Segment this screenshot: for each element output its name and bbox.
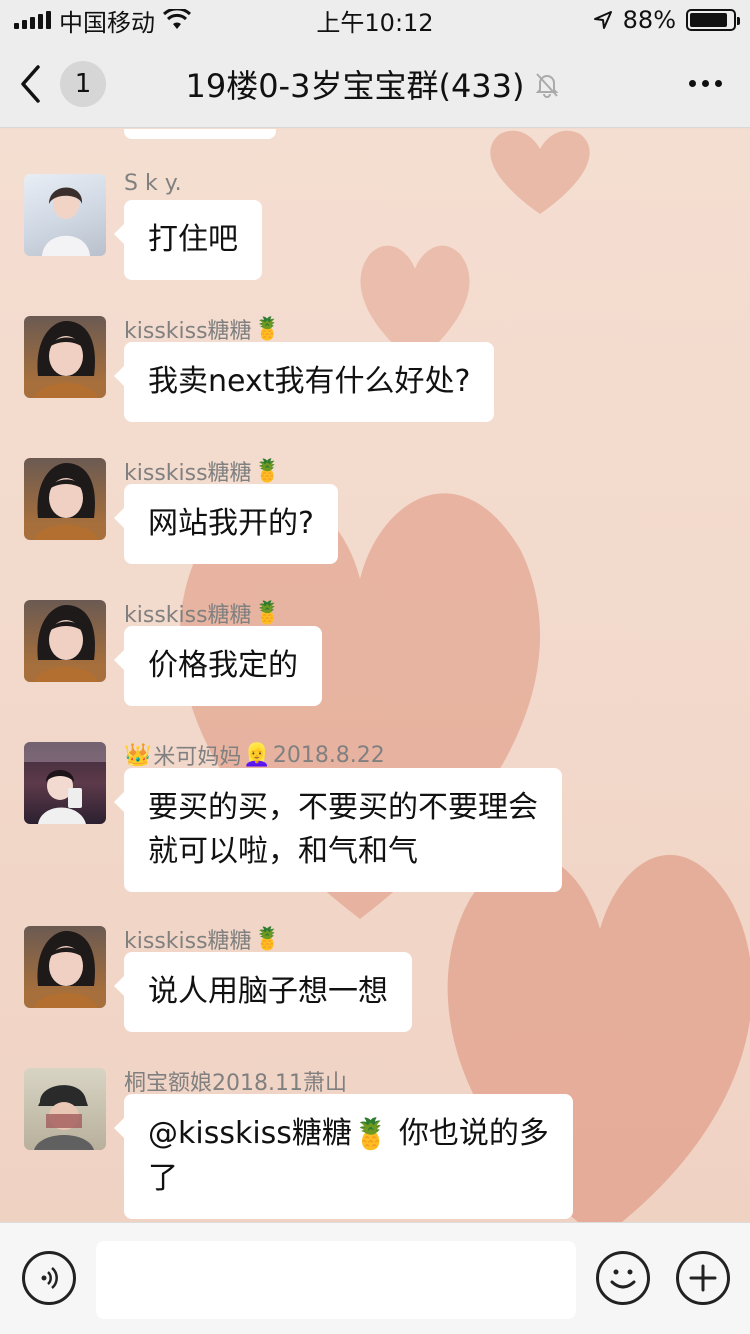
sender-name: kisskiss糖糖 🍍 [124,597,281,629]
voice-input-button[interactable] [22,1251,76,1305]
message-bubble[interactable]: 网站我开的? [114,484,338,564]
message-line: @kisskiss糖糖🍍 你也说的多 [148,1112,549,1157]
sender-name: kisskiss糖糖 🍍 [124,313,281,345]
more-options-button[interactable] [660,40,750,128]
partial-bubble [124,129,276,139]
avatar[interactable] [24,458,106,540]
avatar[interactable] [24,174,106,256]
woman-emoji-icon: 👱‍♀️ [243,742,271,768]
status-time: 上午10:12 [316,8,434,37]
message-text: 要买的买，不要买的不要理会 [148,790,538,825]
message-text: 价格我定的 [148,648,298,683]
message-text: 网站我开的? [148,506,314,541]
chat-area[interactable]: S k y. 打住吧 kisskiss糖糖 🍍 我卖next我有什么好处? kis… [0,129,750,1222]
carrier-label: 中国移动 [59,8,155,37]
emoji-button[interactable] [596,1251,650,1305]
sender-name-text: kisskiss糖糖 [124,929,252,954]
plus-icon [689,1264,717,1292]
sender-name: 桐宝额娘2018.11萧山 [124,1071,347,1096]
avatar[interactable] [24,926,106,1008]
sender-name: kisskiss糖糖 🍍 [124,923,281,955]
message-text: 说人用脑子想一想 [148,974,388,1009]
back-button[interactable] [0,40,60,128]
heart-decoration [490,130,590,214]
sender-name: kisskiss糖糖 🍍 [124,455,281,487]
pineapple-icon: 🍍 [253,926,281,952]
dot [701,80,709,87]
battery-percent: 88% [622,6,676,34]
location-arrow-icon [593,11,612,29]
chevron-left-icon [21,64,40,103]
status-right: 88% [476,6,740,34]
chat-title-text: 19楼0-3岁宝宝群(433) [185,66,525,105]
mute-bell-icon [535,72,558,98]
message-bubble[interactable]: 价格我定的 [114,626,322,706]
nav-bar: 1 19楼0-3岁宝宝群(433) [0,40,750,128]
pineapple-icon: 🍍 [253,316,281,342]
signal-icon [14,11,51,29]
sender-name: S k y. [124,171,182,196]
pineapple-icon: 🍍 [253,600,281,626]
more-functions-button[interactable] [676,1251,730,1305]
status-left: 中国移动 [14,3,274,38]
input-bar [0,1222,750,1334]
smiley-icon [610,1269,636,1289]
pineapple-icon: 🍍 [351,1116,390,1152]
message-bubble[interactable]: 打住吧 [114,200,262,280]
avatar[interactable] [24,316,106,398]
crown-icon: 👑 [124,742,152,768]
sender-name-suffix: 2018.8.22 [272,742,385,768]
message-bubble[interactable]: 要买的买，不要买的不要理会 就可以啦，和气和气 [114,768,562,892]
sender-name-text: 米可妈妈 [153,745,242,770]
avatar[interactable] [24,1068,106,1150]
battery-icon [686,9,740,31]
message-text: 你也说的多 [389,1116,549,1151]
message-bubble[interactable]: 说人用脑子想一想 [114,952,412,1032]
avatar[interactable] [24,600,106,682]
dot [688,80,696,87]
mention-link[interactable]: @kisskiss糖糖 [148,1116,352,1151]
message-text: 打住吧 [148,222,238,257]
battery-fill [690,13,727,27]
avatar[interactable] [24,742,106,824]
message-text: 了 [148,1160,178,1196]
message-text: 我卖next我有什么好处? [148,364,471,399]
message-bubble[interactable]: 我卖next我有什么好处? [113,342,495,422]
sender-name-text: kisskiss糖糖 [124,319,252,344]
chat-title: 19楼0-3岁宝宝群(433) [86,61,660,107]
wifi-icon [163,9,191,29]
status-bar: 中国移动 上午10:12 88% [0,0,750,40]
sender-name: 👑 米可妈妈 👱‍♀️ 2018.8.22 [124,739,385,771]
message-text: 就可以啦，和气和气 [148,834,418,869]
dot [714,80,722,87]
message-input[interactable] [96,1241,576,1319]
voice-icon [41,1267,58,1289]
sender-name-text: kisskiss糖糖 [124,461,252,486]
message-bubble[interactable]: @kisskiss糖糖🍍 你也说的多 了 [114,1094,573,1219]
sender-name-text: kisskiss糖糖 [124,603,252,628]
pineapple-icon: 🍍 [253,458,281,484]
